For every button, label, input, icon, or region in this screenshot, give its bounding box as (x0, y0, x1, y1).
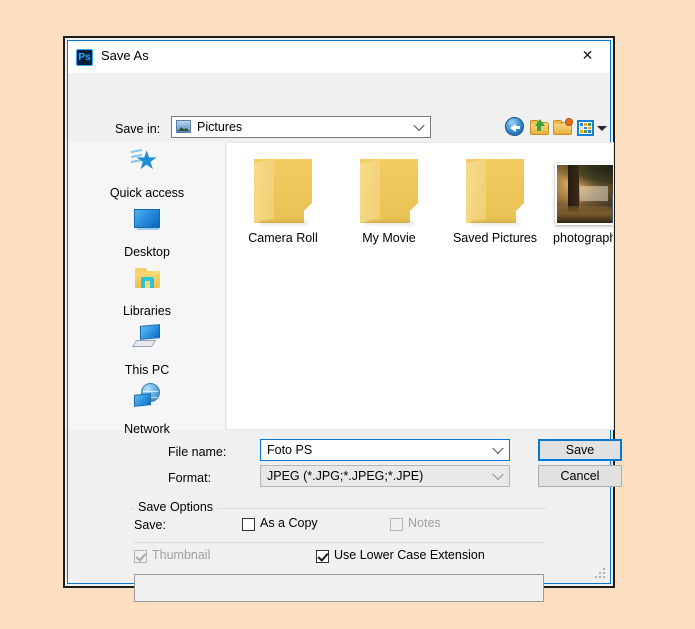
checkbox-box (316, 550, 329, 563)
group-inner-divider (134, 542, 544, 543)
chevron-down-icon (492, 442, 504, 455)
list-item[interactable]: Saved Pictures (443, 149, 547, 261)
close-icon[interactable]: ✕ (565, 41, 610, 70)
window-title: Save As (101, 48, 149, 63)
format-label: Format: (168, 471, 212, 485)
checkbox-label: As a Copy (260, 516, 318, 530)
save-in-label: Save in: (115, 122, 161, 136)
checkbox-label: Use Lower Case Extension (334, 548, 485, 562)
folder-icon (443, 149, 547, 231)
list-item-label: Camera Roll (248, 231, 318, 245)
desktop-monitor-icon (131, 203, 163, 235)
list-item-label: Saved Pictures (452, 231, 538, 245)
sidebar-item-label: Desktop (124, 245, 170, 259)
file-name-label: File name: (168, 445, 227, 459)
this-pc-icon (131, 321, 163, 353)
back-button[interactable] (505, 117, 527, 139)
chevron-down-icon (492, 468, 504, 481)
sidebar-item-desktop[interactable]: Desktop (68, 201, 226, 259)
new-folder-icon (553, 118, 573, 135)
checkbox-box (134, 550, 147, 563)
save-in-dropdown[interactable]: Pictures (171, 116, 431, 138)
resize-grip[interactable] (595, 568, 607, 580)
sidebar-item-label: Network (124, 422, 170, 436)
folder-icon (231, 149, 335, 231)
file-list[interactable]: Camera Roll My Movie Saved Pictures phot… (227, 142, 614, 430)
dialog-inner-frame: Ps Save As ✕ Save in: Pictures Quick acc… (67, 40, 622, 602)
save-button[interactable]: Save (538, 439, 622, 461)
checkbox-label: Thumbnail (152, 548, 211, 562)
photoshop-icon: Ps (76, 49, 93, 66)
sidebar-item-label: Quick access (109, 186, 185, 200)
pictures-folder-icon (176, 120, 191, 133)
views-button[interactable] (577, 117, 607, 139)
list-item[interactable]: My Movie (337, 149, 441, 261)
chevron-down-icon (597, 126, 607, 131)
chevron-down-icon (413, 119, 425, 132)
checkbox-label: Notes (408, 516, 441, 530)
sidebar-item-this-pc[interactable]: This PC (68, 319, 226, 377)
up-folder-icon (530, 119, 549, 135)
folder-icon (337, 149, 441, 231)
cancel-button[interactable]: Cancel (538, 465, 622, 487)
network-globe-icon (131, 380, 163, 412)
list-item[interactable]: Camera Roll (231, 149, 335, 261)
title-bar: Ps Save As ✕ (68, 41, 610, 73)
list-item[interactable]: photographer-2... (549, 149, 613, 261)
format-value: JPEG (*.JPG;*.JPEG;*.JPE) (267, 469, 424, 483)
up-button[interactable] (530, 117, 552, 139)
save-options-field[interactable] (134, 574, 544, 602)
sidebar-item-libraries[interactable]: Libraries (68, 260, 226, 318)
places-bar: Quick access Desktop Libraries This PC N… (68, 142, 226, 436)
save-row-label: Save: (134, 518, 166, 532)
save-options-group: Save Options Save: As a Copy Notes Thumb… (130, 500, 546, 602)
file-name-input[interactable]: Foto PS (260, 439, 510, 461)
sidebar-item-label: Libraries (123, 304, 171, 318)
back-arrow-icon (505, 117, 524, 136)
libraries-folder-icon (131, 262, 163, 294)
file-name-value: Foto PS (267, 443, 313, 457)
checkbox-box (390, 518, 403, 531)
image-thumbnail (549, 149, 613, 231)
save-options-title: Save Options (134, 500, 218, 514)
save-as-dialog: Ps Save As ✕ Save in: Pictures Quick acc… (63, 36, 622, 602)
list-item-label: My Movie (362, 231, 416, 245)
save-in-value: Pictures (197, 120, 243, 134)
views-grid-icon (577, 120, 594, 136)
sidebar-item-network[interactable]: Network (68, 378, 226, 436)
checkbox-box (242, 518, 255, 531)
list-item-label: photographer-2... (553, 231, 613, 245)
sidebar-item-label: This PC (124, 363, 170, 377)
format-dropdown[interactable]: JPEG (*.JPG;*.JPEG;*.JPE) (260, 465, 510, 487)
sidebar-item-quick-access[interactable]: Quick access (68, 142, 226, 200)
quick-access-star-icon (131, 144, 163, 176)
new-folder-button[interactable] (553, 117, 575, 139)
